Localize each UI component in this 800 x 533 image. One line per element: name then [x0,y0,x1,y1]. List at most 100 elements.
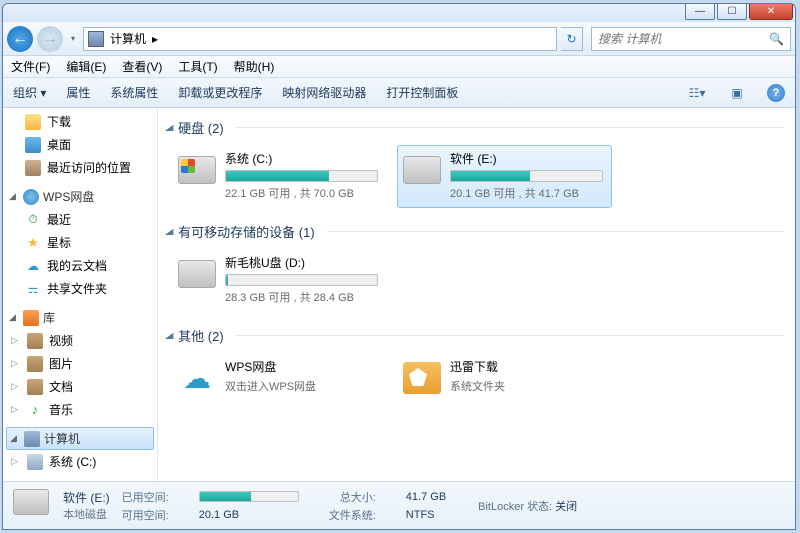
expand-icon[interactable]: ▷ [11,456,21,467]
sidebar-item-downloads[interactable]: 下载 [3,110,157,133]
drive-icon [27,454,43,470]
body: 下载 桌面 最近访问的位置 ◢ WPS网盘 ⏱最近 ★星标 ☁我的云文档 ⚎共享文… [3,108,795,481]
navbar: ← → ▾ 计算机 ▸ ↻ 🔍 [3,22,795,56]
menu-edit[interactable]: 编辑(E) [66,58,106,75]
sidebar-item-wps-star[interactable]: ★星标 [3,231,157,254]
back-button[interactable]: ← [7,26,33,52]
sidebar-group-libraries[interactable]: ◢库 [3,306,157,329]
drive-name: 软件 (E:) [450,150,603,167]
control-panel-button[interactable]: 打开控制面板 [386,84,458,101]
details-fs-val: NTFS [406,509,446,521]
menu-view[interactable]: 查看(V) [122,58,162,75]
properties-button[interactable]: 属性 [66,84,90,101]
search-icon: 🔍 [769,32,784,46]
search-input[interactable] [598,32,769,46]
sidebar-item-drive-c[interactable]: ▷系统 (C:) [3,450,157,473]
item-name: WPS网盘 [225,358,378,375]
sidebar-group-label: 计算机 [44,430,80,447]
drive-icon [402,150,442,190]
view-mode-button[interactable]: ☷▾ [687,84,707,102]
organize-button[interactable]: 组织 ▾ [13,84,46,101]
recent-places-icon [25,160,41,176]
sidebar-item-wps-share[interactable]: ⚎共享文件夹 [3,277,157,300]
expand-icon: ◢ [10,433,20,444]
item-xunlei[interactable]: 迅雷下载 系统文件夹 [397,353,612,405]
details-free-label: 可用空间: [122,507,169,523]
sidebar-item-label: 最近访问的位置 [47,159,131,176]
drive-space-text: 22.1 GB 可用 , 共 70.0 GB [225,185,378,201]
drive-space-text: 20.1 GB 可用 , 共 41.7 GB [450,185,603,201]
sidebar-item-label: 图片 [49,355,73,372]
section-other[interactable]: 其他 (2) [164,322,785,349]
menubar: 文件(F) 编辑(E) 查看(V) 工具(T) 帮助(H) [3,56,795,78]
sidebar-item-desktop[interactable]: 桌面 [3,133,157,156]
expand-icon: ◢ [9,312,19,323]
expand-icon[interactable]: ▷ [11,335,21,346]
menu-file[interactable]: 文件(F) [11,58,50,75]
computer-icon [24,431,40,447]
drive-name: 新毛桃U盘 (D:) [225,254,378,271]
help-button[interactable]: ? [767,84,785,102]
expand-icon: ◢ [9,191,19,202]
minimize-button[interactable]: — [685,4,715,20]
breadcrumb-sep[interactable]: ▸ [152,32,158,46]
sidebar-group-wps[interactable]: ◢ WPS网盘 [3,185,157,208]
item-wps[interactable]: ☁ WPS网盘 双击进入WPS网盘 [172,353,387,405]
sidebar-item-wps-recent[interactable]: ⏱最近 [3,208,157,231]
search-box[interactable]: 🔍 [591,27,791,51]
drive-space-text: 28.3 GB 可用 , 共 28.4 GB [225,289,378,305]
map-drive-button[interactable]: 映射网络驱动器 [282,84,366,101]
breadcrumb-item[interactable]: 计算机 [110,30,146,47]
section-hard-drives[interactable]: 硬盘 (2) [164,114,785,141]
address-bar[interactable]: 计算机 ▸ [83,27,557,51]
section-label: 其他 (2) [178,326,224,345]
drive-d[interactable]: 新毛桃U盘 (D:) 28.3 GB 可用 , 共 28.4 GB [172,249,387,312]
details-title: 软件 (E:) [63,489,110,506]
menu-tools[interactable]: 工具(T) [178,58,217,75]
main-pane: 硬盘 (2) 系统 (C:) 22.1 GB 可用 , 共 70.0 GB 软件… [158,108,795,481]
sidebar-item-music[interactable]: ▷♪音乐 [3,398,157,421]
sidebar: 下载 桌面 最近访问的位置 ◢ WPS网盘 ⏱最近 ★星标 ☁我的云文档 ⚎共享文… [3,108,158,481]
sys-properties-button[interactable]: 系统属性 [110,84,158,101]
expand-icon[interactable]: ▷ [11,404,21,415]
sidebar-item-label: 桌面 [47,136,71,153]
drive-c[interactable]: 系统 (C:) 22.1 GB 可用 , 共 70.0 GB [172,145,387,208]
sidebar-group-label: 库 [43,309,55,326]
titlebar: — ☐ ✕ [3,4,795,22]
section-label: 有可移动存储的设备 (1) [178,222,315,241]
sidebar-item-recent-places[interactable]: 最近访问的位置 [3,156,157,179]
history-dropdown[interactable]: ▾ [67,29,79,49]
drive-e[interactable]: 软件 (E:) 20.1 GB 可用 , 共 41.7 GB [397,145,612,208]
sidebar-item-label: 最近 [47,211,71,228]
star-icon: ★ [25,235,41,251]
item-subtext: 系统文件夹 [450,378,603,394]
details-bitlocker-label: BitLocker 状态: [478,501,552,513]
close-button[interactable]: ✕ [749,4,793,20]
maximize-button[interactable]: ☐ [717,4,747,20]
sidebar-item-videos[interactable]: ▷ 视频 [3,329,157,352]
menu-help[interactable]: 帮助(H) [234,58,275,75]
sidebar-group-computer[interactable]: ◢ 计算机 [6,427,154,450]
forward-button[interactable]: → [37,26,63,52]
details-total-val: 41.7 GB [406,491,446,503]
section-removable[interactable]: 有可移动存储的设备 (1) [164,218,785,245]
usb-drive-icon [177,254,217,294]
sidebar-item-label: 视频 [49,332,73,349]
expand-icon[interactable]: ▷ [11,358,21,369]
expand-icon[interactable]: ▷ [11,381,21,392]
preview-pane-button[interactable]: ▣ [727,84,747,102]
item-name: 迅雷下载 [450,358,603,375]
details-bitlocker-val: 关闭 [555,501,577,513]
refresh-button[interactable]: ↻ [561,27,583,51]
sidebar-group-label: WPS网盘 [43,188,94,205]
wps-cloud-icon: ☁ [177,358,217,398]
sidebar-item-label: 共享文件夹 [47,280,107,297]
sidebar-item-wps-docs[interactable]: ☁我的云文档 [3,254,157,277]
folder-icon [402,358,442,398]
details-drive-icon [13,489,51,523]
details-total-label: 总大小: [329,489,376,505]
uninstall-button[interactable]: 卸载或更改程序 [178,84,262,101]
computer-icon [88,31,104,47]
sidebar-item-documents[interactable]: ▷文档 [3,375,157,398]
sidebar-item-pictures[interactable]: ▷ 图片 [3,352,157,375]
